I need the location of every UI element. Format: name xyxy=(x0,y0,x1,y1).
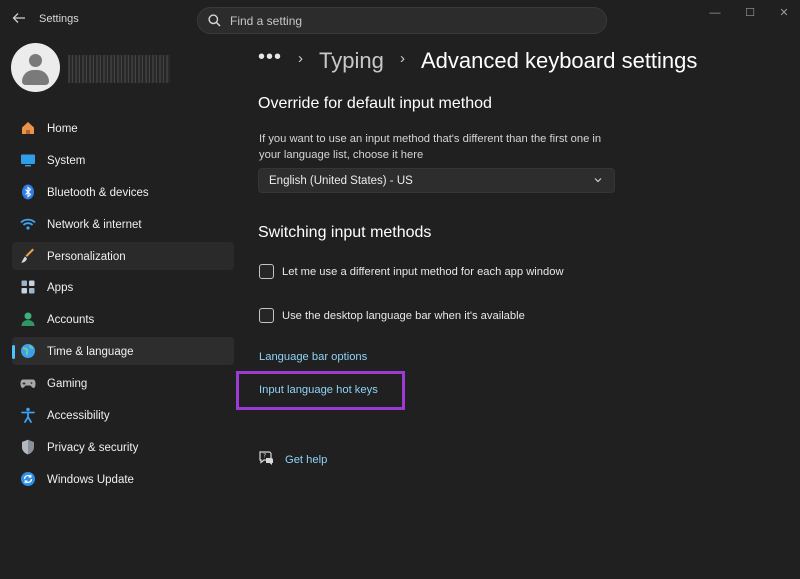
gamepad-icon xyxy=(20,379,36,389)
help-chat-icon: ? xyxy=(259,451,273,465)
sidebar-item-label: Time & language xyxy=(47,346,134,359)
sidebar-item-accounts[interactable]: Accounts xyxy=(12,305,234,333)
sidebar-item-label: Network & internet xyxy=(47,218,142,231)
sidebar-item-label: Bluetooth & devices xyxy=(47,186,149,199)
sidebar-item-windows-update[interactable]: Windows Update xyxy=(12,465,234,493)
sidebar-item-apps[interactable]: Apps xyxy=(12,273,234,301)
checkbox-label: Let me use a different input method for … xyxy=(282,266,564,278)
description-line: If you want to use an input method that'… xyxy=(259,133,602,145)
per-app-input-checkbox[interactable] xyxy=(259,264,274,279)
shield-icon xyxy=(22,439,34,455)
apps-icon xyxy=(21,280,35,294)
maximize-button[interactable]: ☐ xyxy=(740,5,760,21)
sidebar-item-system[interactable]: System xyxy=(12,146,234,174)
avatar-head xyxy=(29,54,42,67)
checkbox-label: Use the desktop language bar when it's a… xyxy=(282,310,525,322)
sidebar-item-label: Gaming xyxy=(47,378,88,391)
sidebar-item-label: Apps xyxy=(47,282,74,295)
app-title: Settings xyxy=(39,13,79,25)
input-language-hot-keys-link[interactable]: Input language hot keys xyxy=(259,384,378,396)
sidebar-item-bluetooth[interactable]: Bluetooth & devices xyxy=(12,178,234,206)
avatar-body xyxy=(22,70,49,85)
sidebar-item-label: Privacy & security xyxy=(47,441,139,454)
sidebar-item-label: Windows Update xyxy=(47,473,134,486)
chevron-right-icon: › xyxy=(400,50,405,67)
sidebar-item-home[interactable]: Home xyxy=(12,114,234,142)
svg-text:?: ? xyxy=(263,453,266,460)
get-help-link[interactable]: Get help xyxy=(285,454,327,466)
dropdown-value: English (United States) - US xyxy=(269,175,413,187)
sidebar-nav: Home System Bluetooth & devices Network … xyxy=(12,114,234,497)
home-icon xyxy=(22,122,34,134)
input-method-dropdown[interactable]: English (United States) - US xyxy=(258,168,615,193)
profile-name-redacted xyxy=(68,55,170,83)
bluetooth-icon xyxy=(22,184,34,200)
globe-icon xyxy=(21,344,35,359)
sidebar-item-privacy[interactable]: Privacy & security xyxy=(12,433,234,461)
sidebar-item-time-language[interactable]: Time & language xyxy=(12,337,234,366)
sidebar-item-label: Accounts xyxy=(47,314,95,327)
settings-window: Settings Find a setting — ☐ ✕ Home Syste… xyxy=(0,0,800,579)
update-icon xyxy=(21,471,35,486)
desktop-language-bar-checkbox[interactable] xyxy=(259,308,274,323)
search-icon xyxy=(208,14,221,27)
breadcrumb-parent-typing[interactable]: Typing xyxy=(319,48,384,74)
back-button[interactable] xyxy=(10,11,28,29)
breadcrumb-more-button[interactable]: ••• xyxy=(258,46,282,69)
description-line: your language list, choose it here xyxy=(259,149,424,161)
chevron-down-icon xyxy=(594,178,602,183)
override-description: If you want to use an input method that'… xyxy=(259,131,639,163)
sidebar-item-accessibility[interactable]: Accessibility xyxy=(12,401,234,429)
sidebar-item-label: System xyxy=(47,154,86,167)
back-arrow-icon xyxy=(12,13,25,23)
sidebar-item-label: Accessibility xyxy=(47,410,110,423)
system-icon xyxy=(21,154,35,167)
close-button[interactable]: ✕ xyxy=(774,5,794,21)
search-placeholder: Find a setting xyxy=(230,14,303,28)
accessibility-icon xyxy=(21,407,35,423)
sidebar-item-label: Home xyxy=(47,123,78,135)
avatar[interactable] xyxy=(11,43,60,92)
sidebar-item-gaming[interactable]: Gaming xyxy=(12,369,234,397)
chevron-right-icon: › xyxy=(298,50,303,67)
language-bar-options-link[interactable]: Language bar options xyxy=(259,351,367,363)
search-box[interactable]: Find a setting xyxy=(197,7,607,34)
sidebar-item-personalization[interactable]: Personalization xyxy=(12,241,234,270)
sidebar-item-network[interactable]: Network & internet xyxy=(12,210,234,238)
minimize-button[interactable]: — xyxy=(705,5,725,21)
section-heading-override: Override for default input method xyxy=(258,95,492,112)
section-heading-switching: Switching input methods xyxy=(258,224,432,241)
active-indicator xyxy=(12,345,15,360)
page-title: Advanced keyboard settings xyxy=(421,48,698,73)
sidebar-item-label: Personalization xyxy=(47,250,126,263)
brush-icon xyxy=(21,248,34,263)
accounts-icon xyxy=(21,312,35,327)
wifi-icon xyxy=(20,218,36,230)
